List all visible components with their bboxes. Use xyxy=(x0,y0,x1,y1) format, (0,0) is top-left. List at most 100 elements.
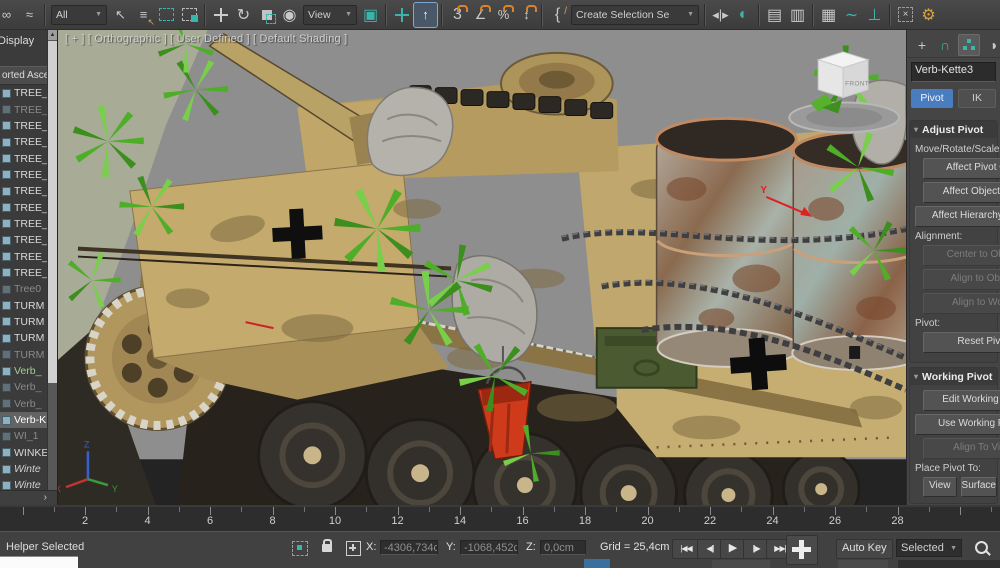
keyboard-override-icon[interactable]: ↑ xyxy=(413,2,438,28)
working-pivot-header[interactable]: ▾ Working Pivot xyxy=(910,368,997,385)
scene-object-row[interactable]: Verb_ xyxy=(0,379,48,395)
scene-object-row[interactable]: TREE_ xyxy=(0,265,48,281)
scene-object-row[interactable]: Verb_ xyxy=(0,396,48,412)
status-bar: Helper Selected X: -4306,734cm Y: -1068,… xyxy=(0,531,1000,568)
viewport-label[interactable]: [ + ] [ Orthographic ] [ User Defined ] … xyxy=(65,33,347,45)
percent-snap-icon[interactable]: % xyxy=(492,3,515,27)
object-type-icon xyxy=(2,432,11,441)
absolute-mode-icon[interactable] xyxy=(346,541,361,556)
scene-object-row[interactable]: TREE_ xyxy=(0,101,48,117)
scene-explorer-hscrollbar[interactable]: › xyxy=(0,490,57,505)
scene-object-row[interactable]: TREE_ xyxy=(0,134,48,150)
pivot-tab-button[interactable]: Pivot xyxy=(911,89,953,108)
tab-hierarchy-icon[interactable] xyxy=(958,34,980,56)
scene-object-row[interactable]: Winte xyxy=(0,477,48,490)
x-coordinate-field[interactable]: -4306,734cm xyxy=(380,540,438,555)
tab-create-icon[interactable]: + xyxy=(912,35,932,55)
affect-object-only-button[interactable]: Affect Object Only xyxy=(923,182,1000,203)
select-by-name-icon[interactable]: ≡ xyxy=(132,3,155,27)
affect-hierarchy-only-button[interactable]: Affect Hierarchy Only xyxy=(915,206,1000,227)
render-production-icon[interactable]: ⚙ xyxy=(917,3,940,27)
angle-snap-icon[interactable]: ∠ xyxy=(469,3,492,27)
object-name-field[interactable]: Verb-Kette3 xyxy=(911,62,996,82)
ruler-tick xyxy=(460,507,461,515)
place-pivot-surface-button[interactable]: Surface xyxy=(961,477,997,497)
use-pivot-center-icon[interactable]: ▣ xyxy=(359,3,382,27)
maxscript-mini-listener[interactable] xyxy=(0,556,78,568)
adjust-pivot-header[interactable]: ▾ Adjust Pivot xyxy=(910,121,997,138)
scene-object-row[interactable]: TREE_ xyxy=(0,232,48,248)
render-setup-icon[interactable]: × xyxy=(894,3,917,27)
scene-object-row[interactable]: TREE_ xyxy=(0,118,48,134)
bind-to-spacewarp-icon[interactable]: ≈ xyxy=(18,3,41,27)
select-and-scale-icon[interactable] xyxy=(255,3,278,27)
schematic-view-icon[interactable]: ⊥ xyxy=(863,3,886,27)
scene-explorer-toggle-icon[interactable]: ▤ xyxy=(763,3,786,27)
align-to-object-button[interactable]: Align to Object xyxy=(923,269,1000,290)
scene-object-row[interactable]: Tree0 xyxy=(0,281,48,297)
select-and-rotate-icon[interactable]: ↻ xyxy=(232,3,255,27)
scene-object-row[interactable]: TREE_ xyxy=(0,183,48,199)
scene-object-row[interactable]: TURM xyxy=(0,347,48,363)
edit-working-pivot-button[interactable]: Edit Working Pivot xyxy=(923,390,1000,411)
place-pivot-view-button[interactable]: View xyxy=(923,477,957,497)
ribbon-toggle-icon[interactable]: ▦ xyxy=(817,3,840,27)
select-object-icon[interactable]: ↖ xyxy=(109,3,132,27)
selection-filter-dropdown[interactable]: All ▼ xyxy=(51,5,107,25)
curve-editor-icon[interactable]: ∼ xyxy=(840,3,863,27)
scene-object-row[interactable]: TURM xyxy=(0,297,48,313)
select-and-place-icon[interactable]: ◉ xyxy=(278,3,301,27)
scene-explorer-scrollbar[interactable]: ▲ ▼ xyxy=(47,30,57,505)
go-to-start-icon[interactable]: |◀◀ xyxy=(672,539,700,559)
scene-object-row[interactable]: TREE_ xyxy=(0,167,48,183)
z-coordinate-field[interactable]: 0,0cm xyxy=(540,540,586,555)
auto-key-button[interactable]: Auto Key xyxy=(836,539,893,559)
isolate-selection-icon[interactable] xyxy=(292,541,308,556)
y-coordinate-field[interactable]: -1068,452cm xyxy=(460,540,518,555)
select-and-manipulate-icon[interactable] xyxy=(390,3,413,27)
scene-object-row[interactable]: TREE_ xyxy=(0,248,48,264)
scene-object-row[interactable]: Winte xyxy=(0,461,48,477)
layer-explorer-toggle-icon[interactable]: ▥ xyxy=(786,3,809,27)
snaps-toggle-icon[interactable]: 3 xyxy=(446,3,469,27)
select-and-link-icon[interactable]: ∞ xyxy=(0,3,18,27)
zoom-viewport-icon[interactable] xyxy=(975,541,988,554)
scene-object-row[interactable]: TREE_ xyxy=(0,150,48,166)
reference-coordinate-dropdown[interactable]: View ▼ xyxy=(303,5,357,25)
ik-tab-button[interactable]: IK xyxy=(958,89,996,108)
center-to-object-button[interactable]: Center to Object xyxy=(923,245,1000,266)
scene-object-row[interactable]: TREE_ xyxy=(0,216,48,232)
scene-object-row[interactable]: TURM xyxy=(0,330,48,346)
ruler-frame-label: 20 xyxy=(641,515,653,527)
scene-object-row[interactable]: TURM xyxy=(0,314,48,330)
key-filter-dropdown[interactable]: Selected ▼ xyxy=(896,539,962,557)
select-and-move-icon[interactable] xyxy=(209,3,232,27)
selection-lock-icon[interactable] xyxy=(322,544,332,552)
scene-object-row[interactable]: Verb-K xyxy=(0,412,48,428)
rectangular-selection-icon[interactable] xyxy=(155,3,178,27)
window-crossing-icon[interactable] xyxy=(178,3,201,27)
use-working-pivot-button[interactable]: Use Working Pivot xyxy=(915,414,1000,435)
set-keys-button[interactable] xyxy=(786,535,818,565)
viewport[interactable]: Y FRONT xyxy=(58,30,906,505)
named-selection-sets-icon[interactable]: { xyxy=(546,3,569,27)
scroll-right-icon[interactable]: › xyxy=(44,491,47,504)
align-to-view-button[interactable]: Align To View xyxy=(923,438,1000,459)
align-to-world-button[interactable]: Align to World xyxy=(923,293,1000,314)
scene-object-row[interactable]: Verb_ xyxy=(0,363,48,379)
tab-motion-icon[interactable]: ◑ xyxy=(983,35,1000,55)
scene-object-row[interactable]: TREE_ xyxy=(0,199,48,215)
tab-modify-icon[interactable]: ∩ xyxy=(935,35,955,55)
mirror-icon[interactable]: ◂|▸ xyxy=(709,3,732,27)
scrollbar-thumb[interactable] xyxy=(48,41,57,383)
scene-object-row[interactable]: TREE_ xyxy=(0,85,48,101)
timeline-ruler[interactable]: 246810121416182022242628 xyxy=(0,505,1000,531)
affect-pivot-only-button[interactable]: Affect Pivot Only xyxy=(923,158,1000,179)
named-selection-set-dropdown[interactable]: Create Selection Se ▼ xyxy=(571,5,699,25)
reset-pivot-button[interactable]: Reset Pivot xyxy=(923,332,1000,353)
scene-object-row[interactable]: WINKE xyxy=(0,445,48,461)
spinner-snap-icon[interactable]: ↕ xyxy=(515,3,538,27)
align-icon[interactable]: ◐ xyxy=(732,3,755,27)
scene-object-row[interactable]: WI_1 xyxy=(0,428,48,444)
scroll-up-icon[interactable]: ▲ xyxy=(48,30,57,40)
